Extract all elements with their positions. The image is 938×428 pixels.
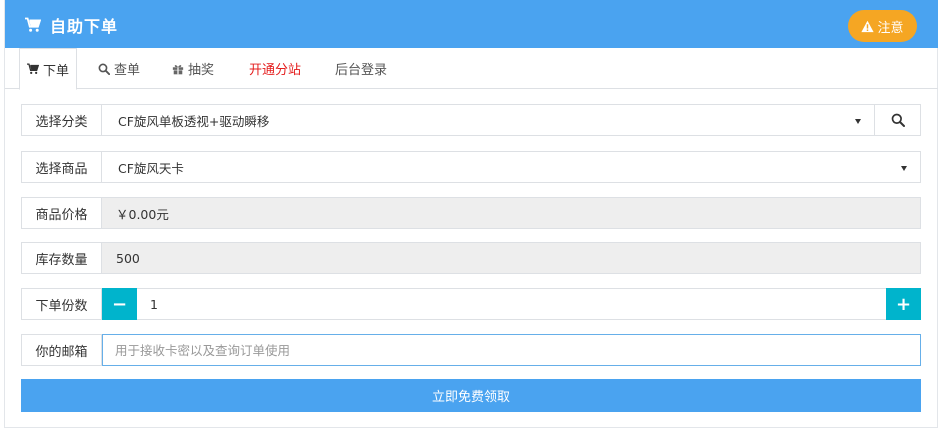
email-label: 你的邮箱	[21, 334, 102, 366]
email-field-wrap	[102, 334, 921, 366]
order-panel: 自助下单 注意 下单 查单 抽奖 开通分站 后台登录 选择分类 CF旋风单板透视…	[4, 0, 938, 428]
panel-header: 自助下单 注意	[5, 0, 938, 48]
page-title: 自助下单	[50, 17, 119, 36]
price-row: 商品价格 ￥0.00元	[21, 197, 921, 229]
stock-label: 库存数量	[21, 242, 102, 274]
tab-label: 下单	[42, 63, 69, 79]
submit-button[interactable]: 立即免费领取	[21, 379, 921, 412]
category-row: 选择分类 CF旋风单板透视+驱动瞬移	[21, 104, 921, 136]
tab-label: 开通分站	[248, 63, 301, 78]
quantity-value: 1	[150, 296, 158, 312]
tab-query[interactable]: 查单	[89, 48, 149, 89]
price-value: ￥0.00元	[116, 206, 169, 222]
email-row: 你的邮箱	[21, 334, 921, 366]
quantity-plus-button[interactable]: +	[886, 288, 921, 320]
email-field[interactable]	[115, 342, 920, 358]
notice-label: 注意	[877, 20, 904, 36]
search-icon	[891, 113, 905, 127]
product-value: CF旋风天卡	[118, 160, 184, 176]
header-title-wrap: 自助下单	[25, 13, 118, 37]
quantity-row: 下单份数 − 1 +	[21, 288, 921, 320]
notice-button[interactable]: 注意	[848, 10, 917, 42]
product-select[interactable]: CF旋风天卡	[102, 151, 921, 183]
product-label: 选择商品	[21, 151, 102, 183]
cart-icon	[26, 63, 39, 75]
quantity-minus-button[interactable]: −	[102, 288, 137, 320]
gift-icon	[172, 64, 184, 74]
warning-icon	[861, 20, 875, 32]
stock-row: 库存数量 500	[21, 242, 921, 274]
cart-icon	[25, 17, 41, 32]
price-field: ￥0.00元	[102, 197, 921, 229]
tab-label: 后台登录	[334, 63, 387, 78]
tab-bar: 下单 查单 抽奖 开通分站 后台登录	[5, 48, 938, 90]
quantity-stepper[interactable]: 1	[137, 288, 886, 320]
tab-admin-login[interactable]: 后台登录	[325, 48, 397, 89]
tab-lottery[interactable]: 抽奖	[162, 48, 224, 89]
category-label: 选择分类	[21, 104, 102, 136]
stock-value: 500	[116, 250, 140, 266]
tab-label: 查单	[113, 63, 140, 78]
search-icon	[98, 63, 110, 75]
tab-order[interactable]: 下单	[19, 48, 77, 90]
category-select[interactable]: CF旋风单板透视+驱动瞬移	[102, 104, 875, 136]
tab-label: 抽奖	[187, 63, 214, 78]
price-label: 商品价格	[21, 197, 102, 229]
stock-field: 500	[102, 242, 921, 274]
tab-open-substation[interactable]: 开通分站	[239, 48, 311, 89]
quantity-label: 下单份数	[21, 288, 102, 320]
category-value: CF旋风单板透视+驱动瞬移	[118, 113, 270, 129]
product-row: 选择商品 CF旋风天卡	[21, 151, 921, 183]
category-search-button[interactable]	[875, 104, 921, 136]
